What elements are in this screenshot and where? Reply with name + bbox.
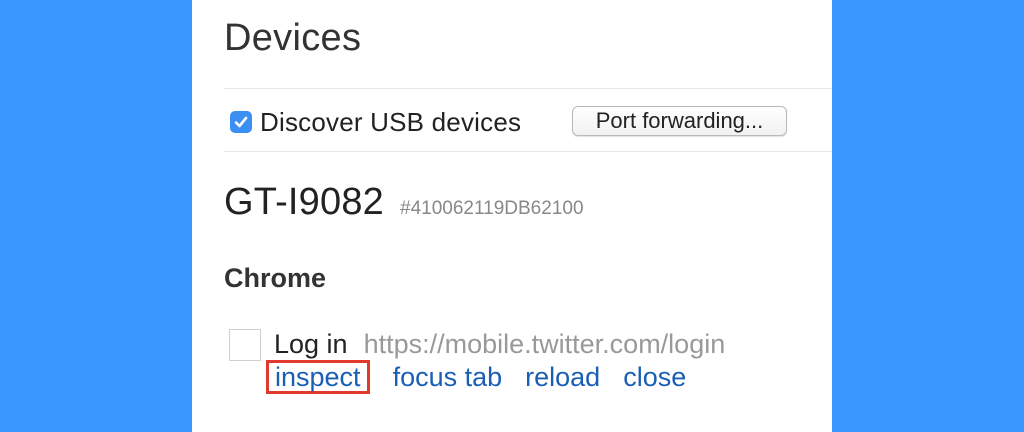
target-checkbox[interactable]: [229, 329, 261, 361]
target-item: Log in https://mobile.twitter.com/login: [274, 329, 725, 360]
device-serial: #410062119DB62100: [400, 198, 584, 219]
divider: [224, 88, 832, 89]
port-forwarding-button[interactable]: Port forwarding...: [572, 106, 787, 136]
close-link[interactable]: close: [623, 362, 686, 393]
target-title: Log in: [274, 329, 348, 359]
device-header: GT-I9082 #410062119DB62100: [224, 181, 584, 224]
divider: [224, 151, 832, 152]
checkmark-icon: [234, 116, 248, 128]
page-title: Devices: [224, 17, 362, 59]
devices-panel: Devices Discover USB devices Port forwar…: [192, 0, 832, 432]
discover-usb-label: Discover USB devices: [260, 106, 522, 137]
reload-link[interactable]: reload: [525, 362, 600, 393]
target-url: https://mobile.twitter.com/login: [363, 329, 726, 359]
target-actions: inspect focus tab reload close: [266, 360, 686, 394]
browser-name: Chrome: [224, 263, 327, 293]
discover-usb-toggle[interactable]: Discover USB devices: [230, 104, 521, 140]
focus-tab-link[interactable]: focus tab: [393, 362, 503, 393]
device-name: GT-I9082: [224, 181, 385, 223]
inspect-link[interactable]: inspect: [266, 360, 370, 394]
discover-usb-checkbox[interactable]: [230, 111, 252, 133]
